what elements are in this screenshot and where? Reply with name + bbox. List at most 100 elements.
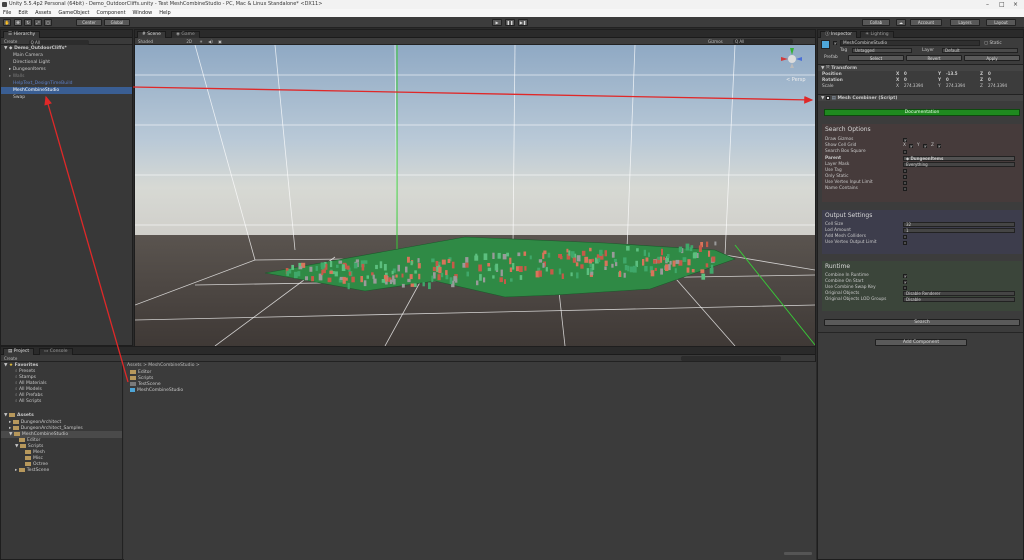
dungeon-prop bbox=[294, 271, 298, 279]
menu-component[interactable]: Component bbox=[97, 9, 126, 17]
dungeon-prop bbox=[509, 257, 512, 265]
file-item[interactable]: MeshCombineStudio bbox=[124, 387, 816, 394]
cloud-icon[interactable]: ☁ bbox=[896, 19, 906, 26]
tag-dropdown[interactable]: Untagged bbox=[852, 48, 912, 53]
step-button[interactable]: ▶❚ bbox=[518, 19, 528, 26]
menu-file[interactable]: File bbox=[3, 9, 11, 17]
tab-console[interactable]: ▭ Console bbox=[39, 348, 73, 355]
name-contains-checkbox[interactable] bbox=[903, 187, 907, 191]
layer-mask-dropdown[interactable]: Everything bbox=[903, 162, 1015, 167]
parent-object-field[interactable]: ◆ DungeonItems bbox=[903, 156, 1015, 161]
lighting-toggle-icon[interactable]: ☀ bbox=[199, 39, 203, 44]
only-static-checkbox[interactable] bbox=[903, 175, 907, 179]
original-lod-groups-dropdown[interactable]: Disable bbox=[903, 297, 1015, 302]
scale-x-field[interactable]: 274.3394 bbox=[902, 84, 936, 89]
effects-toggle-icon[interactable]: ▣ bbox=[218, 39, 222, 44]
active-checkbox[interactable]: ✓ bbox=[833, 41, 837, 46]
search-box-square-checkbox[interactable] bbox=[903, 150, 907, 154]
menu-assets[interactable]: Assets bbox=[35, 9, 51, 17]
transform-header[interactable]: ▼ ⤧ Transform bbox=[818, 64, 1023, 71]
layer-dropdown[interactable]: Default bbox=[942, 48, 1018, 53]
documentation-button[interactable]: Documentation bbox=[824, 109, 1020, 116]
assets-header[interactable]: ▼ Assets bbox=[1, 412, 122, 419]
gizmos-dropdown[interactable]: Gizmos bbox=[708, 38, 723, 45]
move-tool-icon[interactable]: ✥ bbox=[14, 19, 22, 26]
combine-in-runtime-checkbox[interactable]: ✓ bbox=[903, 274, 907, 279]
folder-item[interactable]: ▸ TestScene bbox=[1, 467, 122, 474]
icon-size-slider[interactable] bbox=[784, 552, 812, 555]
maximize-icon[interactable]: □ bbox=[999, 0, 1005, 9]
menu-help[interactable]: Help bbox=[159, 9, 170, 17]
mesh-combiner-header[interactable]: ▼ ▤ Mesh Combiner (Script) bbox=[818, 94, 1023, 101]
prefab-apply-button[interactable]: Apply bbox=[964, 55, 1020, 61]
pivot-center-toggle[interactable]: Center bbox=[76, 19, 102, 26]
original-objects-dropdown[interactable]: Disable Renderer bbox=[903, 291, 1015, 296]
hierarchy-item-main-camera[interactable]: Main Camera bbox=[1, 52, 132, 59]
position-x-field[interactable]: 0 bbox=[902, 72, 936, 77]
tab-inspector[interactable]: ⓘ Inspector bbox=[820, 31, 857, 38]
menu-window[interactable]: Window bbox=[133, 9, 153, 17]
component-enabled-checkbox[interactable] bbox=[826, 95, 831, 100]
account-dropdown[interactable]: Account bbox=[910, 19, 942, 26]
position-y-field[interactable]: -13.5 bbox=[944, 72, 978, 77]
hierarchy-item-helptext[interactable]: HelpText_DesignTimeBuild bbox=[1, 80, 132, 87]
project-create-button[interactable]: Create bbox=[4, 356, 17, 361]
rect-tool-icon[interactable]: ▢ bbox=[44, 19, 52, 26]
close-icon[interactable]: × bbox=[1013, 0, 1018, 9]
tab-lighting[interactable]: ☀ Lighting bbox=[860, 31, 894, 38]
cell-size-field[interactable]: 32 bbox=[903, 222, 1015, 227]
menu-gameobject[interactable]: GameObject bbox=[58, 9, 89, 17]
draw-gizmos-checkbox[interactable]: ✓ bbox=[903, 138, 907, 143]
dungeon-prop bbox=[492, 275, 495, 279]
scene-search-input[interactable]: Q All bbox=[733, 39, 793, 44]
cell-grid-x-checkbox[interactable]: ✓ bbox=[909, 144, 913, 149]
tab-hierarchy[interactable]: ☰ Hierarchy bbox=[3, 31, 41, 38]
play-button[interactable]: ▶ bbox=[492, 19, 502, 26]
prefab-revert-button[interactable]: Revert bbox=[906, 55, 962, 61]
cell-grid-y-checkbox[interactable]: ✓ bbox=[923, 144, 927, 149]
space-global-toggle[interactable]: Global bbox=[104, 19, 130, 26]
object-name-field[interactable]: MeshCombineStudio bbox=[840, 40, 980, 46]
vertex-input-limit-checkbox[interactable] bbox=[903, 181, 907, 185]
position-z-field[interactable]: 0 bbox=[986, 72, 1020, 77]
hierarchy-create-button[interactable]: Create bbox=[4, 39, 17, 44]
pause-button[interactable]: ❚❚ bbox=[505, 19, 515, 26]
minimize-icon[interactable]: – bbox=[986, 0, 989, 9]
mode-2d-toggle[interactable]: 2D bbox=[186, 39, 192, 44]
vertex-output-limit-checkbox[interactable] bbox=[903, 241, 907, 245]
hierarchy-item-dungeon-items[interactable]: ▸ DungeonItems bbox=[1, 66, 132, 73]
scale-z-field[interactable]: 274.3394 bbox=[986, 84, 1020, 89]
hand-tool-icon[interactable]: ✋ bbox=[3, 19, 11, 26]
audio-toggle-icon[interactable]: ◀) bbox=[208, 39, 213, 44]
search-button[interactable]: Search bbox=[824, 319, 1020, 326]
cell-grid-z-checkbox[interactable]: ✓ bbox=[937, 144, 941, 149]
rotate-tool-icon[interactable]: ↻ bbox=[24, 19, 32, 26]
scale-y-field[interactable]: 274.3394 bbox=[944, 84, 978, 89]
hierarchy-item-meshcombinestudio[interactable]: MeshCombineStudio bbox=[1, 87, 132, 94]
scene-root-item[interactable]: ▼ ◆ Demo_OutdoorCliffs* bbox=[1, 45, 132, 52]
swap-key-checkbox[interactable] bbox=[903, 286, 907, 290]
use-tag-checkbox[interactable] bbox=[903, 169, 907, 173]
scene-viewport[interactable]: < Persp bbox=[135, 45, 815, 346]
hierarchy-item-walls[interactable]: ▸ Walls bbox=[1, 73, 132, 80]
static-toggle[interactable]: ▢ Static bbox=[984, 41, 1002, 46]
layout-dropdown[interactable]: Layout bbox=[986, 19, 1016, 26]
collab-dropdown[interactable]: Collab bbox=[862, 19, 890, 26]
combine-on-start-checkbox[interactable]: ✓ bbox=[903, 280, 907, 285]
add-component-button[interactable]: Add Component bbox=[875, 339, 967, 346]
lod-amount-field[interactable]: 1 bbox=[903, 228, 1015, 233]
project-search-input[interactable] bbox=[681, 356, 781, 361]
tab-project[interactable]: ▤ Project bbox=[3, 348, 35, 355]
project-breadcrumb[interactable]: Assets > MeshCombineStudio > bbox=[124, 362, 816, 369]
favorite-item[interactable]: ⌕ All Scripts bbox=[1, 398, 122, 405]
scale-tool-icon[interactable]: ⤢ bbox=[34, 19, 42, 26]
prefab-select-button[interactable]: Select bbox=[848, 55, 904, 61]
hierarchy-item-swap[interactable]: Swap bbox=[1, 94, 132, 101]
menu-edit[interactable]: Edit bbox=[18, 9, 28, 17]
tab-game[interactable]: ◉ Game bbox=[171, 31, 200, 38]
shading-mode-dropdown[interactable]: Shaded bbox=[138, 39, 153, 44]
layers-dropdown[interactable]: Layers bbox=[950, 19, 980, 26]
tab-scene[interactable]: # Scene bbox=[137, 31, 166, 38]
add-mesh-colliders-checkbox[interactable] bbox=[903, 235, 907, 239]
hierarchy-item-directional-light[interactable]: Directional Light bbox=[1, 59, 132, 66]
